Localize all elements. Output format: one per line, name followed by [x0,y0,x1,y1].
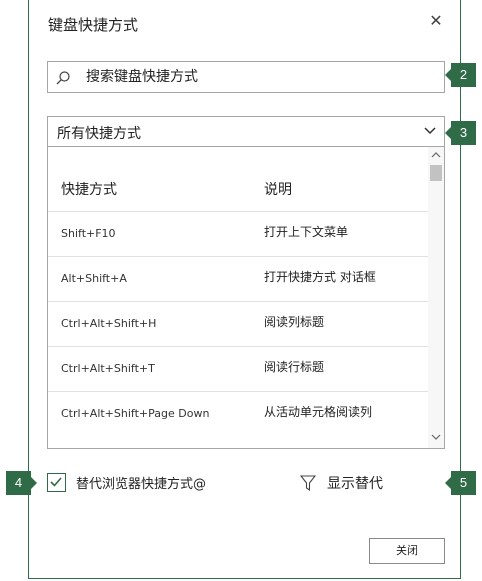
search-input[interactable] [86,66,426,88]
filter-icon [300,475,316,492]
shortcut-description: 打开快捷方式 对话框 [264,270,376,284]
shortcut-keys: Alt+Shift+A [61,272,127,285]
search-box[interactable] [47,61,445,93]
filter-dropdown[interactable]: 所有快捷方式 [47,116,445,147]
shortcut-list[interactable]: 快捷方式 说明 Shift+F10 打开上下文菜单 Alt+Shift+A 打开… [47,147,445,449]
close-icon[interactable]: ✕ [428,13,444,29]
chevron-down-icon [424,127,436,135]
search-icon [56,71,70,85]
table-row[interactable]: Ctrl+Alt+Shift+T 阅读行标题 [48,346,428,392]
override-shortcuts-label: 替代浏览器快捷方式@ [76,477,207,492]
shortcut-description: 从活动单元格阅读列 [264,405,373,419]
table-row[interactable]: Shift+F10 打开上下文菜单 [48,211,428,257]
shortcut-keys: Ctrl+Alt+Shift+Page Down [61,407,210,420]
table-row[interactable]: Ctrl+Alt+Shift+H 阅读列标题 [48,301,428,347]
shortcut-keys: Ctrl+Alt+Shift+H [61,317,157,330]
close-button[interactable]: 关闭 [369,538,445,564]
shortcut-keys: Ctrl+Alt+Shift+T [61,362,155,375]
shortcut-description: 打开上下文菜单 [264,225,349,239]
filter-dropdown-value: 所有快捷方式 [57,126,141,142]
scroll-down-icon[interactable] [431,434,441,441]
shortcut-description: 阅读列标题 [264,315,325,329]
column-header-shortcut: 快捷方式 [61,182,117,198]
shortcut-keys: Shift+F10 [61,227,116,240]
column-header-description: 说明 [264,182,292,198]
table-row[interactable]: Alt+Shift+A 打开快捷方式 对话框 [48,256,428,302]
override-shortcuts-checkbox[interactable] [47,473,66,492]
show-overrides-label: 显示替代 [327,476,383,492]
callout-badge: 2 [445,63,476,87]
callout-badge: 4 [6,471,37,495]
dialog-title: 键盘快捷方式 [48,16,139,34]
shortcut-description: 阅读行标题 [264,360,325,374]
vertical-scrollbar[interactable] [428,147,444,448]
scroll-thumb[interactable] [430,165,442,181]
checkmark-icon [50,477,62,487]
table-row[interactable]: Ctrl+Alt+Shift+Page Down 从活动单元格阅读列 [48,391,428,448]
callout-badge: 5 [445,471,476,495]
callout-badge: 3 [445,121,476,145]
scroll-up-icon[interactable] [431,151,441,158]
table-header: 快捷方式 说明 [48,167,428,212]
